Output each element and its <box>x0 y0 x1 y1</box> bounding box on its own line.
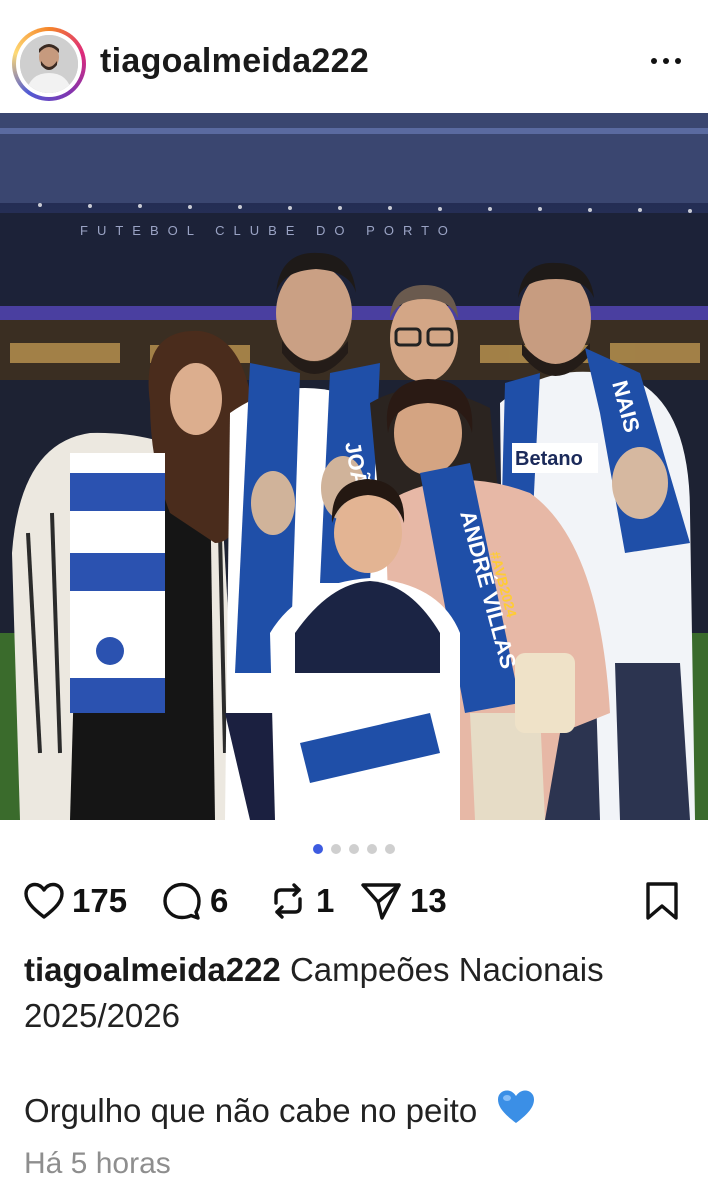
bookmark-icon <box>646 882 678 920</box>
carousel-dot-active[interactable] <box>313 844 323 854</box>
avatar-photo <box>20 35 78 93</box>
action-bar: 175 6 1 13 <box>24 878 684 924</box>
carousel-dot[interactable] <box>367 844 377 854</box>
post-header: tiagoalmeida222 <box>0 0 708 112</box>
send-icon <box>361 883 401 920</box>
post-caption: tiagoalmeida222 Campeões Nacionais 2025/… <box>24 947 694 1039</box>
carousel-dot[interactable] <box>331 844 341 854</box>
comment-icon <box>163 882 201 920</box>
carousel-dot[interactable] <box>349 844 359 854</box>
comment-count: 6 <box>210 882 229 919</box>
comment-button[interactable]: 6 <box>162 878 228 924</box>
shirt-sponsor-text: Betano <box>515 448 583 470</box>
carousel-indicator <box>0 844 708 856</box>
carousel-dot[interactable] <box>385 844 395 854</box>
caption-line-2-text: Orgulho que não cabe no peito <box>24 1092 478 1129</box>
caption-username[interactable]: tiagoalmeida222 <box>24 951 281 988</box>
avatar-story-ring[interactable] <box>12 27 86 101</box>
stadium-banner-text: FUTEBOL CLUBE DO PORTO <box>80 223 457 238</box>
repost-button[interactable]: 1 <box>268 878 334 924</box>
avatar-frame <box>16 31 82 97</box>
post-timestamp: Há 5 horas <box>24 1147 171 1180</box>
more-horizontal-icon[interactable] <box>646 44 686 78</box>
share-count: 13 <box>410 882 447 919</box>
post-photo[interactable]: FUTEBOL CLUBE DO PORTO JOÃO Betano NAIS … <box>0 113 708 820</box>
like-button[interactable]: 175 <box>24 878 127 924</box>
post-photo-illustration: FUTEBOL CLUBE DO PORTO JOÃO Betano NAIS … <box>0 113 708 820</box>
like-count: 175 <box>72 882 128 919</box>
avatar <box>20 35 78 93</box>
repost-icon <box>274 883 302 919</box>
blue-heart-icon <box>496 1088 536 1138</box>
post-caption-line-2: Orgulho que não cabe no peito <box>24 1088 694 1138</box>
save-button[interactable] <box>644 878 680 924</box>
share-button[interactable]: 13 <box>360 878 447 924</box>
repost-count: 1 <box>316 882 335 919</box>
post-username[interactable]: tiagoalmeida222 <box>100 42 369 81</box>
heart-icon <box>24 882 64 919</box>
